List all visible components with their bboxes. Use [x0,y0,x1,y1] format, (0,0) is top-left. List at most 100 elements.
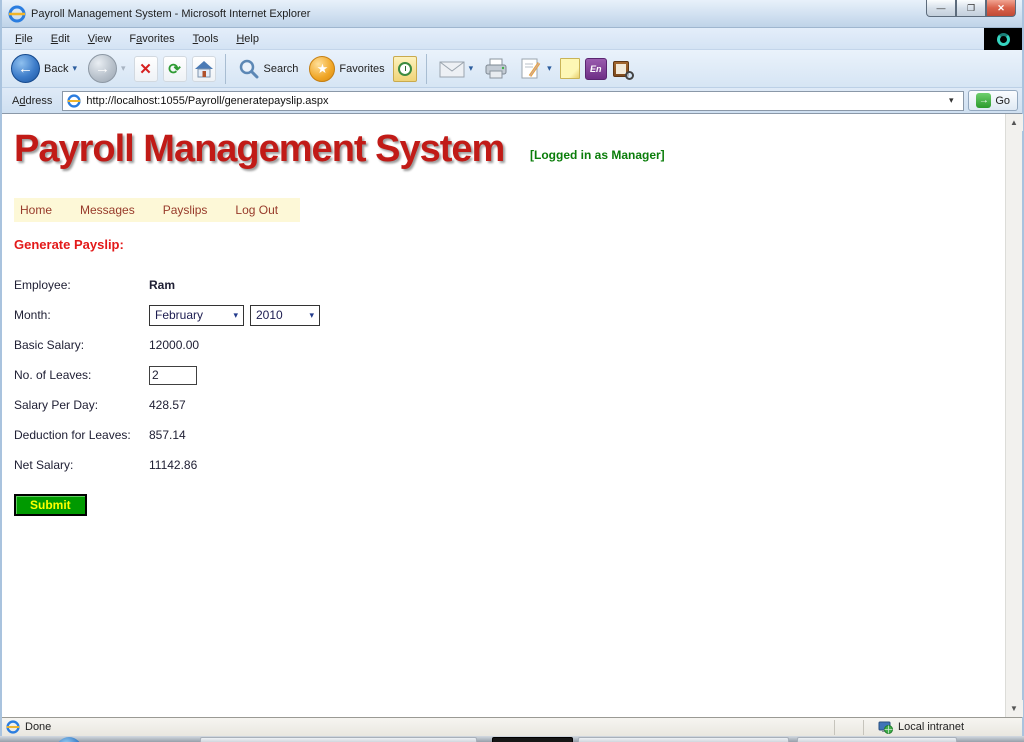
year-select[interactable]: 2010 ▾ [250,305,320,326]
address-dropdown-icon[interactable]: ▾ [943,95,959,106]
menu-view[interactable]: View [79,30,121,48]
search-button[interactable]: Search [235,56,302,82]
refresh-button[interactable]: ⟳ [163,56,187,82]
employee-label: Employee: [14,278,149,292]
close-button[interactable]: ✕ [986,0,1016,17]
back-button[interactable]: ← Back ▾ [8,52,80,85]
nav-item-logout[interactable]: Log Out [229,201,292,219]
nav-item-messages[interactable]: Messages [74,201,149,219]
go-arrow-icon: → [976,93,991,108]
toolbar: ← Back ▾ → ▾ ✕ ⟳ [2,50,1022,88]
address-label: Address [6,95,58,107]
scroll-down-icon[interactable]: ▼ [1006,700,1023,717]
status-separator [834,720,835,735]
menu-tools[interactable]: Tools [184,30,228,48]
restore-button[interactable]: ❐ [956,0,986,17]
favorites-label: Favorites [339,63,384,75]
menu-favorites[interactable]: Favorites [120,30,183,48]
minimize-icon: — [937,3,946,13]
go-button[interactable]: → Go [968,90,1018,111]
restore-icon: ❐ [967,3,975,14]
taskbar-button[interactable] [797,737,957,742]
net-salary-label: Net Salary: [14,458,149,472]
address-bar: Address http://localhost:1055/Payroll/ge… [2,88,1022,114]
nav-menu: Home Messages Payslips Log Out [14,198,300,222]
nav-item-payslips[interactable]: Payslips [157,201,222,219]
taskbar-button[interactable] [578,737,789,742]
payslip-form: Employee: Ram Month: February ▾ 2010 ▾ [14,270,1005,516]
month-selected-value: February [155,308,203,322]
print-icon [484,58,508,80]
zone-label: Local intranet [898,721,964,733]
home-button[interactable] [192,56,216,82]
edit-button[interactable]: ▾ [516,55,555,83]
payroll-page: Payroll Management System [Logged in as … [2,114,1005,717]
deduction-value: 857.14 [149,428,186,442]
search-icon [238,58,260,80]
endnote-button[interactable]: En [585,58,607,80]
stop-icon: ✕ [139,60,152,78]
security-zone: Local intranet [878,721,1018,734]
research-button[interactable] [612,58,634,80]
ie-page-icon [67,94,81,108]
basic-salary-value: 12000.00 [149,338,199,352]
employee-row: Employee: Ram [14,270,1005,300]
home-icon [194,60,214,78]
menu-edit[interactable]: Edit [42,30,79,48]
endnote-icon: En [590,64,602,74]
net-salary-value: 11142.86 [149,458,197,472]
minimize-button[interactable]: — [926,0,956,17]
menu-file[interactable]: File [6,30,42,48]
mail-icon [439,60,465,78]
taskbar-sliver [0,736,1024,742]
mail-button[interactable]: ▾ [436,58,477,80]
basic-salary-label: Basic Salary: [14,338,149,352]
nav-item-home[interactable]: Home [14,201,66,219]
forward-icon: → [88,54,117,83]
refresh-icon: ⟳ [168,60,181,78]
vertical-scrollbar[interactable]: ▲ ▼ [1005,114,1022,717]
month-select[interactable]: February ▾ [149,305,244,326]
edit-dropdown-icon[interactable]: ▾ [547,63,552,74]
menu-help[interactable]: Help [227,30,268,48]
favorites-star-icon: ★ [309,56,335,82]
leaves-label: No. of Leaves: [14,368,149,382]
history-clock-icon [398,62,412,76]
favorites-button[interactable]: ★ Favorites [306,54,387,84]
print-button[interactable] [481,56,511,82]
close-icon: ✕ [997,3,1005,14]
submit-button[interactable]: Submit [14,494,87,516]
section-title: Generate Payslip: [14,237,1005,252]
year-combo-arrow-icon: ▾ [309,310,314,321]
basic-salary-row: Basic Salary: 12000.00 [14,330,1005,360]
status-bar: Done Local intranet [2,717,1022,736]
start-orb-icon[interactable] [56,737,82,742]
go-label: Go [995,95,1010,107]
month-row: Month: February ▾ 2010 ▾ [14,300,1005,330]
mail-dropdown-icon[interactable]: ▾ [469,63,474,74]
address-input[interactable]: http://localhost:1055/Payroll/generatepa… [62,91,964,111]
forward-dropdown-icon: ▾ [121,63,126,74]
title-bar: Payroll Management System - Microsoft In… [2,0,1022,28]
back-label: Back [44,63,68,75]
taskbar-button[interactable] [200,737,477,742]
leaves-input[interactable] [149,366,197,385]
window-title: Payroll Management System - Microsoft In… [31,8,310,20]
stop-button[interactable]: ✕ [134,56,158,82]
menu-bar: File Edit View Favorites Tools Help [2,28,1022,50]
status-separator [863,720,864,735]
address-url: http://localhost:1055/Payroll/generatepa… [86,95,938,107]
taskbar-button-active[interactable] [492,737,573,742]
research-magnifier-icon [625,71,634,80]
ie-window: Payroll Management System - Microsoft In… [0,0,1024,742]
forward-button[interactable]: → ▾ [85,52,129,85]
toolbar-separator [225,54,226,84]
history-button[interactable] [393,56,417,82]
back-dropdown-icon[interactable]: ▾ [72,63,77,74]
salary-per-day-row: Salary Per Day: 428.57 [14,390,1005,420]
edit-icon [519,57,543,81]
leaves-row: No. of Leaves: [14,360,1005,390]
browser-viewport: Payroll Management System [Logged in as … [2,114,1022,717]
scroll-up-icon[interactable]: ▲ [1006,114,1023,131]
notes-button[interactable] [560,58,580,79]
